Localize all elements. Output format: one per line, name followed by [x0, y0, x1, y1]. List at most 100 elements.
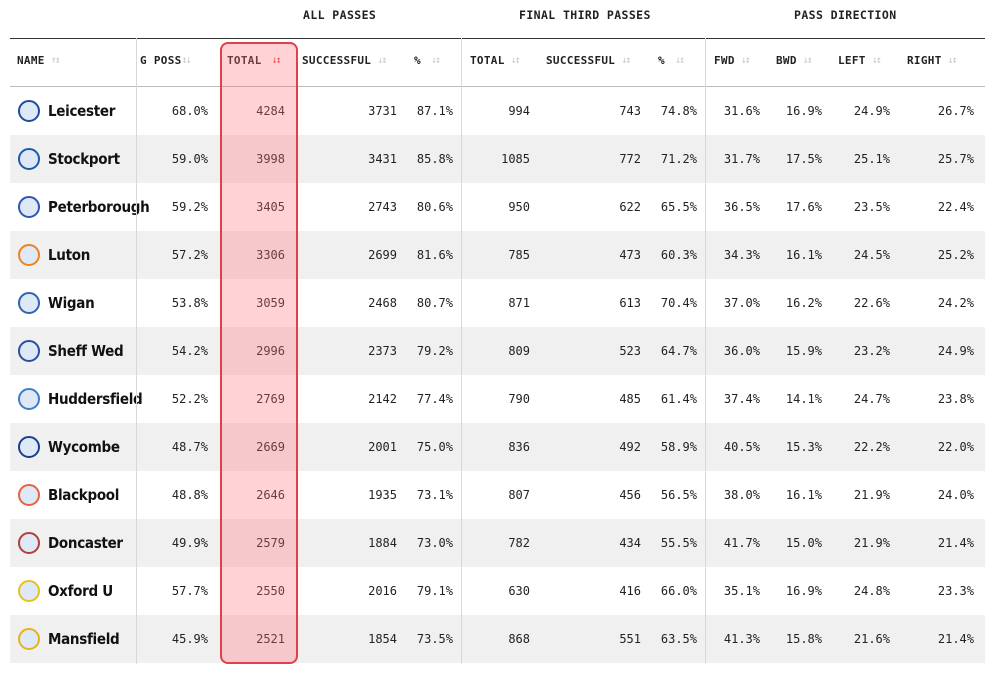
cell-fwd: 37.4%: [723, 392, 760, 406]
cell-right: 24.0%: [937, 488, 974, 502]
team-crest-icon: [18, 148, 40, 170]
team-crest-icon: [18, 388, 40, 410]
cell-fwd: 34.3%: [723, 248, 760, 262]
cell-left: 24.5%: [853, 248, 890, 262]
column-header-bwd[interactable]: BWD ↓↕: [776, 54, 813, 67]
cell-pct: 77.4%: [416, 392, 453, 406]
column-header-ft-pct[interactable]: % ↓↕: [658, 54, 685, 67]
column-header-right[interactable]: RIGHT ↓↕: [907, 54, 958, 67]
cell-ft-total: 950: [508, 200, 530, 214]
team-name: Wycombe: [48, 438, 120, 456]
cell-successful: 2142: [368, 392, 397, 406]
cell-ft-successful: 743: [619, 104, 641, 118]
column-header-poss-label: G POSS: [140, 54, 182, 67]
column-header-successful[interactable]: SUCCESSFUL ↓↕: [302, 54, 387, 67]
team-crest-icon: [18, 244, 40, 266]
cell-successful: 2373: [368, 344, 397, 358]
table-row[interactable]: Leicester 68.0% 4284 3731 87.1% 994 743 74.8% 31…: [10, 87, 985, 135]
team-name: Wigan: [48, 294, 95, 312]
cell-ft-pct: 55.5%: [660, 536, 697, 550]
cell-right: 26.7%: [937, 104, 974, 118]
column-header-bwd-label: BWD: [776, 54, 797, 67]
group-final-third-passes: FINAL THIRD PASSES: [519, 8, 651, 22]
column-header-pct-label: %: [414, 54, 421, 67]
cell-fwd: 37.0%: [723, 296, 760, 310]
column-header-fwd[interactable]: FWD ↓↕: [714, 54, 751, 67]
column-divider: [461, 38, 462, 664]
cell-ft-successful: 622: [619, 200, 641, 214]
cell-right: 25.2%: [937, 248, 974, 262]
cell-successful: 2468: [368, 296, 397, 310]
table-row[interactable]: Sheff Wed 54.2% 2996 2373 79.2% 809 523 64.7% 36…: [10, 327, 985, 375]
cell-ft-pct: 64.7%: [660, 344, 697, 358]
table-row[interactable]: Peterborough 59.2% 3405 2743 80.6% 950 622 65.5…: [10, 183, 985, 231]
column-header-left[interactable]: LEFT ↓↕: [838, 54, 882, 67]
cell-ft-pct: 65.5%: [660, 200, 697, 214]
cell-left: 21.6%: [853, 632, 890, 646]
cell-fwd: 36.5%: [723, 200, 760, 214]
cell-ft-successful: 473: [619, 248, 641, 262]
table-row[interactable]: Doncaster 49.9% 2579 1884 73.0% 782 434 55.5% 41…: [10, 519, 985, 567]
team-crest-icon: [18, 532, 40, 554]
cell-right: 22.0%: [937, 440, 974, 454]
cell-ft-total: 807: [508, 488, 530, 502]
team-name: Peterborough: [48, 198, 150, 216]
column-header-ft-pct-label: %: [658, 54, 665, 67]
team-crest-icon: [18, 484, 40, 506]
team-name: Sheff Wed: [48, 342, 124, 360]
cell-successful: 2001: [368, 440, 397, 454]
sort-icon: ↓↕: [621, 55, 631, 66]
team-name: Leicester: [48, 102, 116, 120]
cell-ft-successful: 613: [619, 296, 641, 310]
cell-pct: 81.6%: [416, 248, 453, 262]
cell-poss: 59.2%: [171, 200, 208, 214]
cell-ft-successful: 523: [619, 344, 641, 358]
cell-bwd: 16.2%: [785, 296, 822, 310]
cell-left: 22.6%: [853, 296, 890, 310]
cell-bwd: 15.3%: [785, 440, 822, 454]
cell-successful: 2699: [368, 248, 397, 262]
cell-ft-successful: 551: [619, 632, 641, 646]
cell-right: 21.4%: [937, 536, 974, 550]
cell-poss: 54.2%: [171, 344, 208, 358]
group-all-passes: ALL PASSES: [303, 8, 377, 22]
cell-ft-successful: 485: [619, 392, 641, 406]
sort-icon: ↓↕: [430, 55, 441, 66]
team-crest-icon: [18, 196, 40, 218]
cell-pct: 79.1%: [416, 584, 453, 598]
table-row[interactable]: Wycombe 48.7% 2669 2001 75.0% 836 492 58.9% 40.5…: [10, 423, 985, 471]
table-row[interactable]: Blackpool 48.8% 2646 1935 73.1% 807 456 56.5% 38…: [10, 471, 985, 519]
table-row[interactable]: Oxford U 57.7% 2550 2016 79.1% 630 416 66.0% 35.…: [10, 567, 985, 615]
cell-ft-total: 836: [508, 440, 530, 454]
header-top-rule: [10, 38, 985, 39]
table-row[interactable]: Huddersfield 52.2% 2769 2142 77.4% 790 485 61.4…: [10, 375, 985, 423]
cell-left: 21.9%: [853, 536, 890, 550]
cell-poss: 49.9%: [171, 536, 208, 550]
column-header-left-label: LEFT: [838, 54, 866, 67]
cell-ft-pct: 66.0%: [660, 584, 697, 598]
cell-bwd: 15.0%: [785, 536, 822, 550]
table-row[interactable]: Wigan 53.8% 3059 2468 80.7% 871 613 70.4% 37.0% 1…: [10, 279, 985, 327]
column-header-ft-successful[interactable]: SUCCESSFUL ↓↕: [546, 54, 631, 67]
cell-fwd: 36.0%: [723, 344, 760, 358]
cell-ft-total: 994: [508, 104, 530, 118]
cell-pct: 87.1%: [416, 104, 453, 118]
team-crest-icon: [18, 628, 40, 650]
table-row[interactable]: Luton 57.2% 3306 2699 81.6% 785 473 60.3% 34.3% 1…: [10, 231, 985, 279]
cell-bwd: 16.9%: [785, 584, 822, 598]
cell-successful: 1935: [368, 488, 397, 502]
team-crest-icon: [18, 436, 40, 458]
column-header-poss[interactable]: ↓↕ G POSS: [134, 54, 216, 67]
table-row[interactable]: Stockport 59.0% 3998 3431 85.8% 1085 772 71.2% 3…: [10, 135, 985, 183]
column-header-ft-total[interactable]: TOTAL ↓↕: [470, 54, 521, 67]
column-header-pct[interactable]: % ↓↕: [414, 54, 441, 67]
cell-left: 24.8%: [853, 584, 890, 598]
cell-fwd: 31.7%: [723, 152, 760, 166]
team-crest-icon: [18, 292, 40, 314]
cell-ft-total: 809: [508, 344, 530, 358]
group-pass-direction: PASS DIRECTION: [794, 8, 897, 22]
cell-ft-total: 782: [508, 536, 530, 550]
table-row[interactable]: Mansfield 45.9% 2521 1854 73.5% 868 551 63.5% 41…: [10, 615, 985, 663]
column-header-name[interactable]: NAME ↑↕: [17, 54, 61, 67]
column-header-ft-successful-label: SUCCESSFUL: [546, 54, 616, 67]
